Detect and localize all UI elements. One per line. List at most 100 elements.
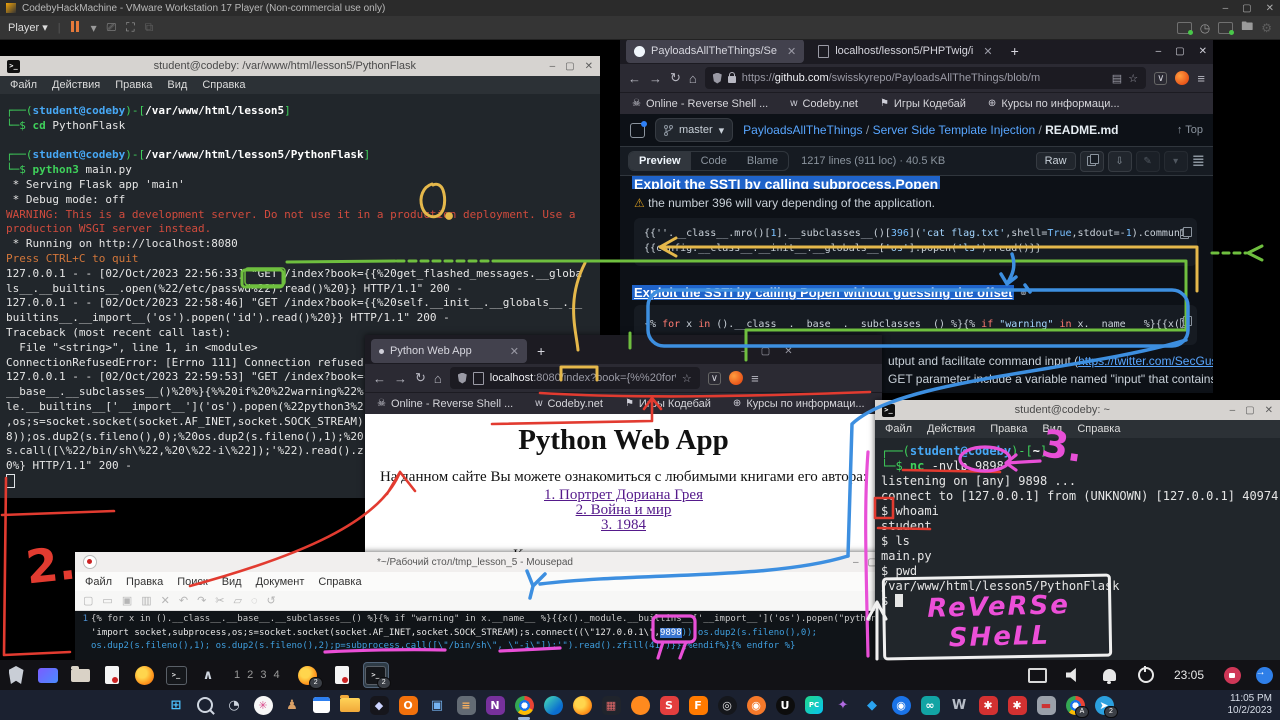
menu-item-Поиск[interactable]: Поиск bbox=[177, 576, 207, 588]
file-explorer-icon[interactable] bbox=[339, 694, 361, 716]
home-icon[interactable]: ⌂ bbox=[689, 71, 697, 86]
visual-studio-icon[interactable]: ✦ bbox=[832, 694, 854, 716]
reload-icon[interactable]: ↻ bbox=[670, 70, 681, 86]
maximize-button[interactable]: ▢ bbox=[1245, 405, 1254, 416]
virtualbox-icon[interactable]: ▣ bbox=[426, 694, 448, 716]
minimize-button[interactable]: – bbox=[1223, 3, 1229, 14]
vscode-icon[interactable]: ◆ bbox=[861, 694, 883, 716]
tab-python-web-app[interactable]: Python Web App✕ bbox=[371, 339, 527, 363]
copy-code-icon[interactable] bbox=[1180, 226, 1189, 244]
menu-item-▥[interactable]: ▥ bbox=[141, 594, 151, 607]
tab-localhost-phptwig[interactable]: localhost/lesson5/PHPTwig/i✕ bbox=[810, 40, 1000, 63]
chrome-profile-icon[interactable]: A bbox=[1064, 694, 1086, 716]
ff2-urlbar[interactable]: localhost:8080/index?book={%%20for%20x% … bbox=[450, 367, 700, 389]
tab-close-icon[interactable]: ✕ bbox=[787, 45, 796, 58]
orange-o-app-icon[interactable]: O bbox=[397, 694, 419, 716]
orange-round-app-icon[interactable] bbox=[629, 694, 651, 716]
file-manager-icon[interactable] bbox=[68, 663, 92, 687]
bookmark-Игры Кодебай[interactable]: ⚑Игры Кодебай bbox=[880, 98, 966, 110]
vmware-icon[interactable]: ≡ bbox=[455, 694, 477, 716]
menu-item-Правка[interactable]: Правка bbox=[990, 423, 1027, 435]
menu-item-▱[interactable]: ▱ bbox=[234, 594, 242, 607]
maximize-button[interactable]: ▢ bbox=[565, 61, 574, 72]
unreal-icon[interactable]: U bbox=[774, 694, 796, 716]
kali-menu-icon[interactable] bbox=[4, 663, 28, 687]
heading-popen-offset[interactable]: Exploit the SSTI by calling Popen withou… bbox=[632, 285, 1014, 300]
menu-item-✂[interactable]: ✂ bbox=[215, 594, 224, 607]
menu-item-Вид[interactable]: Вид bbox=[222, 576, 242, 588]
tab-preview[interactable]: Preview bbox=[629, 152, 691, 170]
outline-icon[interactable]: ≣ bbox=[1192, 151, 1205, 171]
reader-icon[interactable]: ▤ bbox=[1112, 72, 1122, 85]
menu-item-▢[interactable]: ▢ bbox=[83, 594, 93, 607]
firefox-icon[interactable] bbox=[132, 663, 156, 687]
close-button[interactable]: ✕ bbox=[1199, 46, 1207, 57]
back-icon[interactable]: ← bbox=[628, 71, 641, 86]
reload-icon[interactable]: ↻ bbox=[415, 370, 426, 386]
menu-hamburger-icon[interactable]: ≡ bbox=[751, 371, 759, 386]
slack-icon[interactable]: ✳ bbox=[252, 694, 274, 716]
heading-subprocess-popen[interactable]: Exploit the SSTI by calling subprocess.P… bbox=[632, 176, 940, 189]
back-icon[interactable]: ← bbox=[373, 371, 386, 386]
tab-github[interactable]: PayloadsAllTheThings/Se✕ bbox=[626, 40, 804, 63]
extension-icon[interactable] bbox=[729, 371, 743, 385]
extension-icon[interactable] bbox=[1175, 71, 1189, 85]
desktop-icon[interactable] bbox=[36, 663, 60, 687]
tab-close-icon[interactable]: ✕ bbox=[983, 45, 992, 58]
recorder-icon[interactable]: ▬ bbox=[1035, 694, 1057, 716]
red-tool-1-icon[interactable]: ✱ bbox=[977, 694, 999, 716]
menu-hamburger-icon[interactable]: ≡ bbox=[1197, 71, 1205, 86]
copy-code-icon[interactable] bbox=[1180, 315, 1189, 333]
maximize-button[interactable]: ▢ bbox=[1242, 3, 1251, 14]
ff1-urlbar[interactable]: https://github.com/swisskyrepo/PayloadsA… bbox=[705, 67, 1146, 89]
menu-item-▣[interactable]: ▣ bbox=[122, 594, 132, 607]
red-tool-2-icon[interactable]: ✱ bbox=[1006, 694, 1028, 716]
menu-item-Действия[interactable]: Действия bbox=[52, 79, 100, 91]
power-icon[interactable] bbox=[1134, 663, 1158, 687]
menu-item-Файл[interactable]: Файл bbox=[885, 423, 912, 435]
menu-item-Правка[interactable]: Правка bbox=[126, 576, 163, 588]
raw-button[interactable]: Raw bbox=[1036, 152, 1076, 170]
logout-icon[interactable]: → bbox=[1252, 663, 1276, 687]
calendar-icon[interactable] bbox=[310, 694, 332, 716]
vm-clock[interactable]: 23:05 bbox=[1174, 668, 1204, 682]
book-link[interactable]: 1. Портрет Дориана Грея bbox=[544, 487, 703, 503]
file-tree-icon[interactable] bbox=[630, 123, 645, 138]
mousepad-icon[interactable] bbox=[100, 663, 124, 687]
firefox-running-icon[interactable]: 2 bbox=[296, 663, 320, 687]
obs-studio-icon[interactable]: ◎ bbox=[716, 694, 738, 716]
volume-icon[interactable] bbox=[1062, 663, 1086, 687]
f-app-icon[interactable]: F bbox=[687, 694, 709, 716]
minimize-button[interactable]: – bbox=[1230, 405, 1236, 416]
bookmark-Курсы по информаци...[interactable]: ⊕Курсы по информаци... bbox=[988, 98, 1120, 110]
code-block-1[interactable]: {{''.__class__.mro()[1].__subclasses__()… bbox=[634, 218, 1197, 266]
heading-link-icon[interactable]: ⚭ bbox=[1019, 288, 1028, 300]
book-link[interactable]: 2. Война и мир bbox=[576, 502, 672, 518]
blender-icon[interactable]: ◉ bbox=[745, 694, 767, 716]
bookmark-Codeby.net[interactable]: wCodeby.net bbox=[790, 98, 858, 110]
breadcrumb-repo[interactable]: PayloadsAllTheThings bbox=[743, 123, 862, 137]
network-device-icon[interactable] bbox=[1218, 22, 1233, 34]
notifications-icon[interactable] bbox=[1098, 663, 1122, 687]
pause-caret-icon[interactable]: ▾ bbox=[91, 21, 97, 35]
panel-expand-icon[interactable]: ∧ bbox=[196, 663, 220, 687]
tracking-shield-icon[interactable] bbox=[713, 73, 722, 84]
windows-start-icon[interactable]: ⊞ bbox=[165, 694, 187, 716]
edge-icon[interactable] bbox=[542, 694, 564, 716]
s-app-icon[interactable]: S bbox=[658, 694, 680, 716]
menu-item-Вид[interactable]: Вид bbox=[167, 79, 187, 91]
book-link[interactable]: 3. 1984 bbox=[601, 517, 646, 533]
mousepad-code[interactable]: {% for x in ().__class__.__base__.__subc… bbox=[91, 611, 885, 660]
tab-blame[interactable]: Blame bbox=[737, 152, 788, 170]
menu-item-Справка[interactable]: Справка bbox=[202, 79, 245, 91]
menu-item-Документ[interactable]: Документ bbox=[256, 576, 305, 588]
pocket-icon[interactable]: ∨ bbox=[708, 372, 721, 385]
player-menu[interactable]: Player ▾ bbox=[8, 21, 48, 34]
telegram-icon[interactable]: ➤2 bbox=[1093, 694, 1115, 716]
breadcrumb-folder[interactable]: Server Side Template Injection bbox=[873, 123, 1036, 137]
windows-search-icon[interactable] bbox=[194, 694, 216, 716]
menu-item-Правка[interactable]: Правка bbox=[115, 79, 152, 91]
menu-item-▭[interactable]: ▭ bbox=[102, 594, 112, 607]
obsidian-icon[interactable]: ◆ bbox=[368, 694, 390, 716]
person-app-icon[interactable]: ♟ bbox=[281, 694, 303, 716]
